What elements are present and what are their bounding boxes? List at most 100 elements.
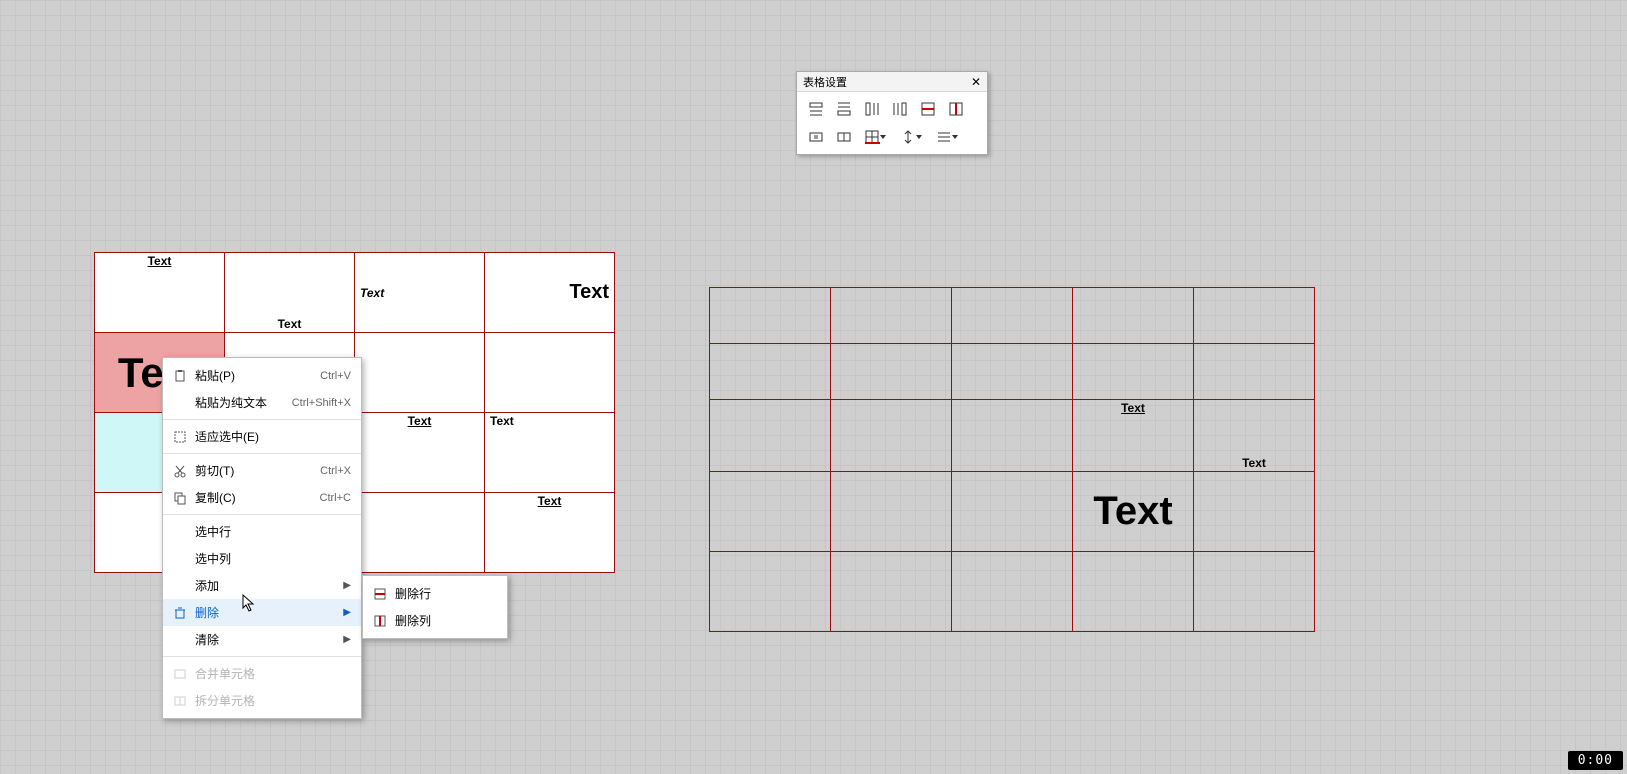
- cell-text: Text: [144, 252, 176, 270]
- table-cell[interactable]: [710, 344, 831, 400]
- cell-text: Text: [1089, 487, 1176, 535]
- trash-icon: [171, 606, 189, 620]
- table-cell[interactable]: [355, 493, 485, 573]
- table-cell[interactable]: [710, 288, 831, 344]
- table-cell[interactable]: Text: [1194, 400, 1315, 472]
- table-cell[interactable]: [831, 472, 952, 552]
- menu-select-row[interactable]: 选中行: [163, 518, 361, 545]
- cell-text: Text: [274, 315, 306, 333]
- menu-paste-plain[interactable]: 粘贴为纯文本 Ctrl+Shift+X: [163, 389, 361, 416]
- insert-col-left-icon[interactable]: [859, 96, 885, 122]
- menu-label: 清除: [195, 631, 343, 648]
- menu-label: 选中列: [195, 550, 351, 567]
- table-cell[interactable]: [952, 472, 1073, 552]
- menu-split-cells: 拆分单元格: [163, 687, 361, 714]
- table-cell[interactable]: Text: [355, 413, 485, 493]
- cell-text: Text: [534, 492, 566, 510]
- table-cell[interactable]: [831, 344, 952, 400]
- cell-text: Text: [356, 284, 388, 302]
- table-cell[interactable]: Text: [485, 253, 615, 333]
- table-cell[interactable]: [952, 552, 1073, 632]
- menu-delete[interactable]: 删除 ▶: [163, 599, 361, 626]
- delete-row-icon: [371, 587, 389, 601]
- table-cell[interactable]: [355, 333, 485, 413]
- table-cell[interactable]: Text: [1073, 400, 1194, 472]
- menu-label: 剪切(T): [195, 462, 320, 479]
- table-cell[interactable]: [710, 400, 831, 472]
- table-right[interactable]: Text Text Text: [709, 287, 1315, 632]
- context-menu[interactable]: 粘贴(P) Ctrl+V 粘贴为纯文本 Ctrl+Shift+X 适应选中(E)…: [162, 357, 362, 719]
- toolbar-header[interactable]: 表格设置 ✕: [797, 72, 987, 92]
- submenu-arrow-icon: ▶: [343, 580, 351, 591]
- insert-row-below-icon[interactable]: [831, 96, 857, 122]
- delete-row-icon[interactable]: [915, 96, 941, 122]
- copy-icon: [171, 491, 189, 505]
- timer-text: 0:00: [1578, 753, 1613, 768]
- table-cell[interactable]: Text: [225, 253, 355, 333]
- paste-icon: [171, 369, 189, 383]
- table-cell[interactable]: Text: [95, 253, 225, 333]
- cell-text: Text: [486, 412, 518, 430]
- table-settings-toolbar[interactable]: 表格设置 ✕: [796, 71, 988, 155]
- menu-label: 粘贴(P): [195, 367, 320, 384]
- menu-merge-cells: 合并单元格: [163, 660, 361, 687]
- close-icon[interactable]: ✕: [969, 75, 983, 89]
- canvas: 表格设置 ✕: [0, 0, 1627, 774]
- toolbar-title: 表格设置: [803, 74, 847, 90]
- vertical-align-dropdown[interactable]: [895, 124, 929, 150]
- menu-label: 删除行: [395, 585, 497, 602]
- table-cell[interactable]: [1194, 472, 1315, 552]
- menu-paste[interactable]: 粘贴(P) Ctrl+V: [163, 362, 361, 389]
- table-cell[interactable]: [710, 552, 831, 632]
- context-submenu-delete[interactable]: 删除行 删除列: [362, 575, 508, 639]
- merge-cells-icon: [171, 667, 189, 681]
- table-cell[interactable]: Text: [485, 413, 615, 493]
- table-cell[interactable]: [710, 472, 831, 552]
- submenu-arrow-icon: ▶: [343, 634, 351, 645]
- table-cell[interactable]: [1073, 552, 1194, 632]
- submenu-delete-col[interactable]: 删除列: [363, 607, 507, 634]
- recording-timer: 0:00: [1568, 751, 1623, 770]
- table-cell[interactable]: [1194, 344, 1315, 400]
- table-cell[interactable]: [1194, 288, 1315, 344]
- menu-clear[interactable]: 清除 ▶: [163, 626, 361, 653]
- table-cell[interactable]: [831, 400, 952, 472]
- table-cell[interactable]: [952, 344, 1073, 400]
- table-cell[interactable]: [831, 288, 952, 344]
- merge-cells-icon[interactable]: [803, 124, 829, 150]
- fit-selection-icon: [171, 430, 189, 444]
- horizontal-align-dropdown[interactable]: [931, 124, 965, 150]
- table-cell[interactable]: [1073, 288, 1194, 344]
- menu-label: 适应选中(E): [195, 428, 351, 445]
- menu-label: 删除: [195, 604, 343, 621]
- table-cell[interactable]: [831, 552, 952, 632]
- menu-label: 选中行: [195, 523, 351, 540]
- menu-label: 粘贴为纯文本: [195, 394, 292, 411]
- split-cells-icon[interactable]: [831, 124, 857, 150]
- menu-label: 删除列: [395, 612, 497, 629]
- menu-cut[interactable]: 剪切(T) Ctrl+X: [163, 457, 361, 484]
- menu-label: 添加: [195, 577, 343, 594]
- table-cell[interactable]: [952, 400, 1073, 472]
- table-cell[interactable]: [1073, 344, 1194, 400]
- table-cell[interactable]: Text: [355, 253, 485, 333]
- delete-col-icon: [371, 614, 389, 628]
- table-cell[interactable]: [485, 333, 615, 413]
- menu-copy[interactable]: 复制(C) Ctrl+C: [163, 484, 361, 511]
- split-cells-icon: [171, 694, 189, 708]
- cut-icon: [171, 464, 189, 478]
- table-cell[interactable]: [952, 288, 1073, 344]
- delete-col-icon[interactable]: [943, 96, 969, 122]
- menu-select-col[interactable]: 选中列: [163, 545, 361, 572]
- table-cell[interactable]: [1194, 552, 1315, 632]
- insert-col-right-icon[interactable]: [887, 96, 913, 122]
- menu-label: 拆分单元格: [195, 692, 351, 709]
- menu-label: 合并单元格: [195, 665, 351, 682]
- menu-fit-selection[interactable]: 适应选中(E): [163, 423, 361, 450]
- table-cell[interactable]: Text: [1073, 472, 1194, 552]
- insert-row-above-icon[interactable]: [803, 96, 829, 122]
- table-cell[interactable]: Text: [485, 493, 615, 573]
- border-style-dropdown[interactable]: [859, 124, 893, 150]
- menu-add[interactable]: 添加 ▶: [163, 572, 361, 599]
- submenu-delete-row[interactable]: 删除行: [363, 580, 507, 607]
